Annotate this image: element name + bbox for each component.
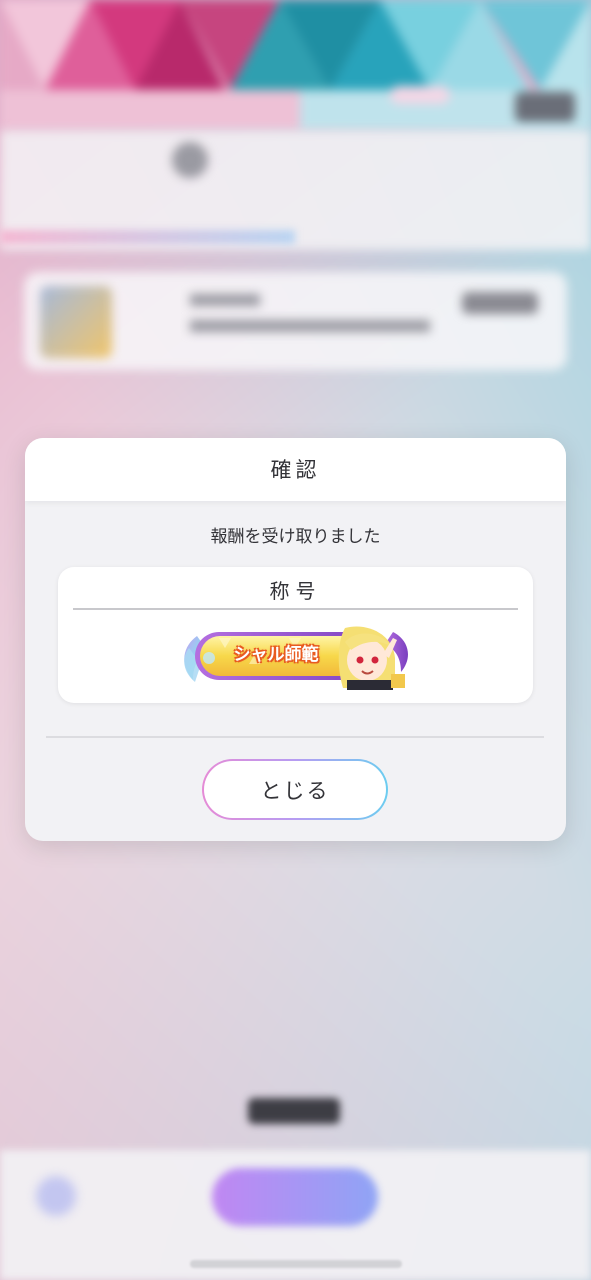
dialog-title: 確認: [270, 458, 321, 482]
reward-divider: [73, 608, 518, 610]
reward-card: 称号 シャル師範: [58, 567, 533, 703]
close-button-label: とじる: [204, 761, 386, 818]
title-badge: シャル師範: [179, 624, 413, 690]
background-tab-indicator: [0, 230, 295, 244]
background-card-button: [462, 292, 538, 314]
dialog-divider: [46, 736, 544, 738]
background-bottom-pill: [248, 1098, 340, 1124]
background-banner: [0, 0, 591, 130]
reward-type-label: 称号: [269, 579, 322, 603]
background-card-text: [190, 320, 430, 332]
title-name: シャル師範: [233, 645, 319, 665]
close-button[interactable]: とじる: [202, 759, 388, 820]
background-bottom-icon: [36, 1176, 76, 1216]
background-card-thumbnail: [40, 286, 112, 358]
confirmation-dialog: 確認 報酬を受け取りました 称号 シャル師範 とじる: [25, 438, 566, 841]
dialog-message: 報酬を受け取りました: [210, 527, 381, 547]
home-indicator: [190, 1260, 402, 1268]
background-bottom-button: [212, 1168, 378, 1226]
background-card-text: [190, 294, 260, 306]
background-header-icon: [172, 142, 208, 178]
